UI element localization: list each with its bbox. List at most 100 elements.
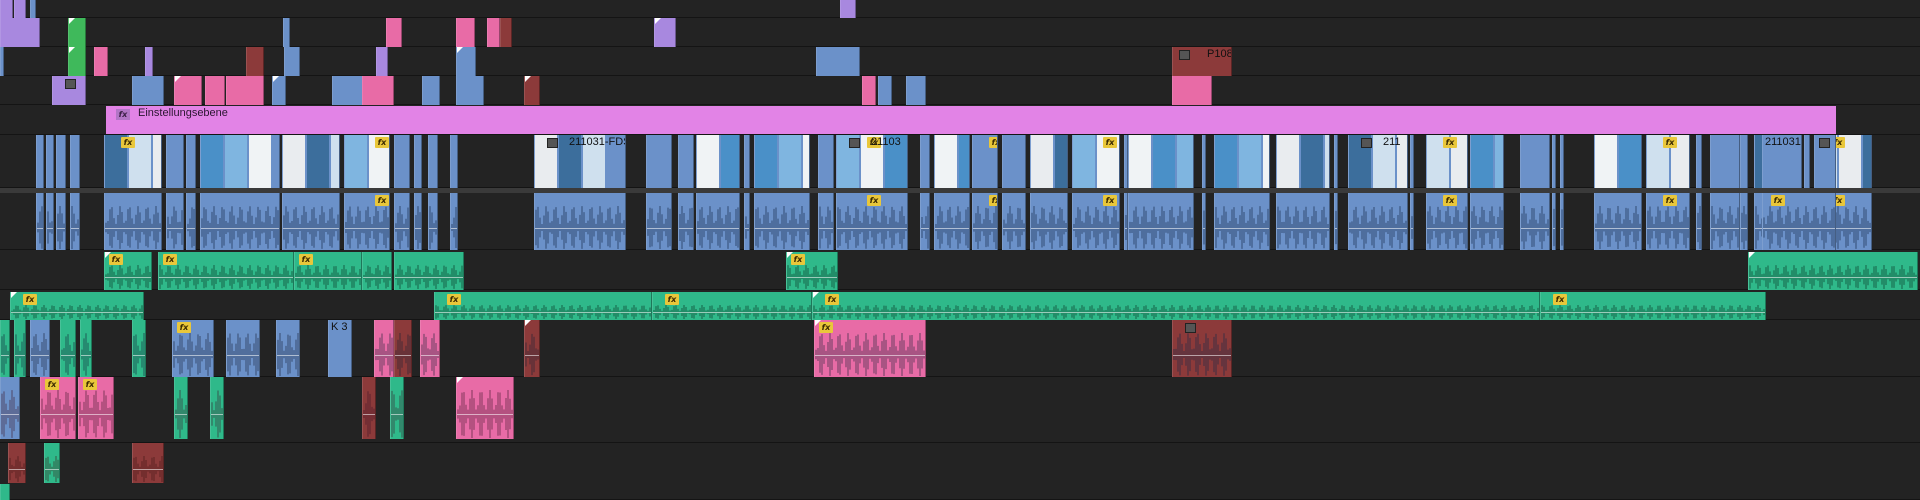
timeline-clip[interactable]: fx (104, 135, 162, 188)
volume-rubberband[interactable] (41, 414, 75, 415)
timeline-clip[interactable] (0, 377, 20, 439)
volume-rubberband[interactable] (1, 414, 19, 415)
timeline-clip[interactable] (284, 47, 300, 76)
timeline-clip[interactable] (1594, 193, 1642, 250)
timeline-clip[interactable] (450, 193, 458, 250)
timeline-clip[interactable]: fx (1646, 135, 1690, 188)
volume-rubberband[interactable] (283, 227, 339, 229)
timeline-clip[interactable] (94, 47, 108, 76)
timeline-clip[interactable] (1520, 135, 1550, 188)
volume-rubberband[interactable] (61, 354, 75, 356)
volume-rubberband[interactable] (1349, 227, 1407, 229)
timeline-clip[interactable] (210, 377, 224, 439)
volume-rubberband[interactable] (525, 354, 539, 356)
timeline-clip[interactable] (46, 135, 54, 188)
volume-rubberband[interactable] (819, 227, 833, 229)
volume-rubberband[interactable] (1411, 227, 1413, 229)
timeline-clip[interactable] (420, 320, 440, 377)
volume-rubberband[interactable] (535, 227, 625, 229)
timeline-clip[interactable] (754, 193, 810, 250)
timeline-clip[interactable] (1214, 193, 1270, 250)
timeline-clip[interactable] (1214, 135, 1270, 188)
timeline-clip[interactable] (744, 193, 750, 250)
timeline-clip[interactable] (1030, 135, 1068, 188)
timeline-clip[interactable] (754, 135, 810, 188)
volume-rubberband[interactable] (1335, 227, 1337, 229)
timeline-clip[interactable] (456, 377, 514, 439)
volume-rubberband[interactable] (1, 354, 9, 356)
timeline-clip[interactable]: fx (836, 193, 908, 250)
volume-rubberband[interactable] (1031, 227, 1067, 229)
volume-rubberband[interactable] (1561, 227, 1563, 229)
volume-rubberband[interactable] (647, 227, 671, 229)
timeline-clip[interactable] (906, 76, 926, 105)
timeline-clip[interactable] (394, 135, 410, 188)
volume-rubberband[interactable] (813, 312, 1539, 313)
timeline-clip[interactable] (1202, 193, 1206, 250)
timeline-clip[interactable] (394, 320, 412, 377)
timeline-clip[interactable]: fx (172, 320, 214, 377)
volume-rubberband[interactable] (187, 227, 195, 229)
timeline-clip[interactable]: fx (158, 252, 294, 290)
timeline-clip[interactable] (394, 193, 410, 250)
volume-rubberband[interactable] (1541, 312, 1765, 313)
volume-rubberband[interactable] (745, 227, 749, 229)
volume-rubberband[interactable] (837, 227, 907, 229)
volume-rubberband[interactable] (1277, 227, 1329, 229)
timeline-clip[interactable]: fx (646, 193, 672, 250)
volume-rubberband[interactable] (133, 354, 145, 356)
timeline-clip[interactable] (1202, 135, 1206, 188)
timeline-clip[interactable] (362, 252, 392, 290)
timeline-clip[interactable] (1740, 193, 1748, 250)
timeline-clip[interactable]: fx (812, 292, 1540, 320)
timeline-clip[interactable] (186, 135, 196, 188)
timeline-clip[interactable] (1348, 193, 1408, 250)
timeline-clip[interactable] (174, 377, 188, 439)
timeline-clip[interactable] (1470, 135, 1504, 188)
timeline-clip[interactable]: fx (294, 252, 362, 290)
timeline-clip[interactable] (226, 320, 260, 377)
timeline-clip[interactable] (36, 193, 44, 250)
timeline-clip[interactable] (678, 135, 694, 188)
timeline-clip[interactable] (226, 76, 264, 105)
timeline-clip[interactable]: fx (1072, 193, 1120, 250)
volume-rubberband[interactable] (345, 227, 389, 229)
volume-rubberband[interactable] (429, 227, 437, 229)
volume-rubberband[interactable] (973, 227, 997, 229)
timeline-clip[interactable] (145, 47, 153, 76)
volume-rubberband[interactable] (79, 414, 113, 415)
timeline-clip[interactable] (696, 193, 740, 250)
timeline-clip[interactable] (56, 193, 66, 250)
volume-rubberband[interactable] (175, 414, 187, 415)
timeline-clip[interactable] (46, 193, 54, 250)
timeline-clip[interactable] (1410, 193, 1414, 250)
timeline-clip[interactable] (1172, 320, 1232, 377)
timeline-clip[interactable] (8, 443, 26, 483)
volume-rubberband[interactable] (1203, 227, 1205, 229)
timeline-clip[interactable]: fx (1072, 135, 1120, 188)
timeline-clip[interactable] (0, 0, 13, 18)
timeline-clip[interactable] (1696, 135, 1702, 188)
timeline-clip[interactable] (390, 377, 404, 439)
volume-rubberband[interactable] (415, 227, 421, 229)
timeline-clip[interactable] (678, 193, 694, 250)
volume-rubberband[interactable] (173, 354, 213, 356)
timeline-clip[interactable] (44, 443, 60, 483)
volume-rubberband[interactable] (421, 354, 439, 356)
timeline-clip[interactable] (1804, 135, 1810, 188)
timeline-clip[interactable] (68, 18, 86, 47)
timeline-clip[interactable] (1740, 135, 1748, 188)
volume-rubberband[interactable] (295, 277, 361, 278)
volume-rubberband[interactable] (211, 414, 223, 415)
timeline-clip[interactable] (394, 252, 464, 290)
timeline-clip[interactable] (1276, 135, 1330, 188)
volume-rubberband[interactable] (1129, 227, 1193, 229)
timeline-clip[interactable] (1334, 135, 1338, 188)
volume-rubberband[interactable] (679, 227, 693, 229)
timeline-clip[interactable] (60, 320, 76, 377)
timeline-clip[interactable] (1276, 193, 1330, 250)
volume-rubberband[interactable] (1003, 227, 1025, 229)
timeline-clip[interactable] (744, 135, 750, 188)
timeline-clip[interactable] (0, 47, 4, 76)
timeline-clip[interactable] (816, 47, 860, 76)
